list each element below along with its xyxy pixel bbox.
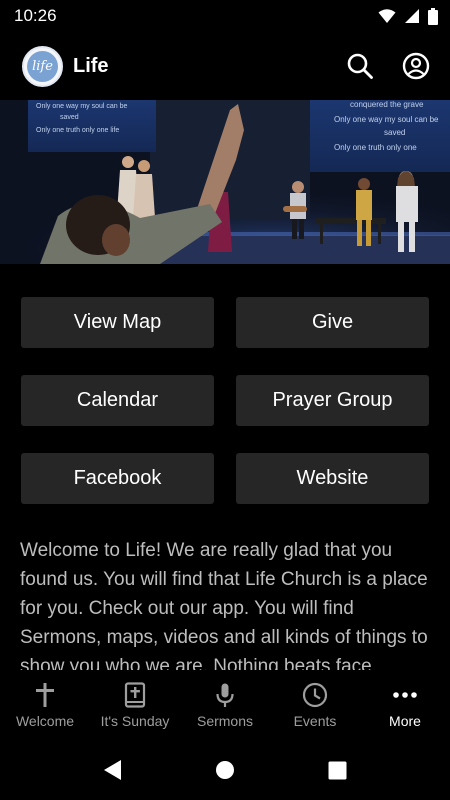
welcome-text: Welcome to Life! We are really glad that… (20, 540, 428, 670)
nav-item-events[interactable]: Events (270, 672, 360, 740)
give-button[interactable]: Give (236, 297, 429, 348)
home-circle-icon (216, 761, 234, 779)
nav-item-more[interactable]: More (360, 672, 450, 740)
bible-icon (124, 682, 146, 708)
website-button[interactable]: Website (236, 453, 429, 504)
quick-links-grid: View Map Give Calendar Prayer Group Face… (21, 297, 429, 504)
back-triangle-icon (104, 760, 121, 780)
logo-mark: life (27, 50, 58, 82)
worship-scene: Only one way my soul can be saved Only o… (0, 100, 450, 264)
recents-button[interactable] (281, 761, 393, 780)
church-logo[interactable]: life (22, 45, 63, 87)
system-navigation-bar (0, 740, 450, 800)
wifi-icon (378, 9, 396, 23)
nav-label-welcome: Welcome (15, 713, 75, 729)
back-button[interactable] (57, 759, 169, 781)
nav-item-sermons[interactable]: Sermons (180, 672, 270, 740)
home-button[interactable] (169, 760, 281, 780)
clock-icon (302, 682, 328, 708)
app-bar: life Life (0, 32, 450, 100)
battery-icon (428, 7, 438, 25)
cross-icon (36, 683, 54, 707)
status-bar: 10:26 (0, 0, 450, 32)
hero-worship-photo: Only one way my soul can be saved Only o… (0, 100, 450, 264)
nav-item-welcome[interactable]: Welcome (0, 672, 90, 740)
app-title: Life (73, 54, 109, 77)
signal-icon (405, 9, 419, 23)
status-icons (378, 7, 438, 25)
bottom-navigation: Welcome It's Sunday Sermons Events More (0, 672, 450, 740)
facebook-button[interactable]: Facebook (21, 453, 214, 504)
prayer-group-button[interactable]: Prayer Group (236, 375, 429, 426)
status-time: 10:26 (14, 6, 57, 25)
more-icon (393, 692, 417, 698)
nav-item-its-sunday[interactable]: It's Sunday (90, 672, 180, 740)
nav-label-its-sunday: It's Sunday (100, 713, 170, 729)
view-map-button[interactable]: View Map (21, 297, 214, 348)
account-icon[interactable] (402, 52, 430, 80)
recents-square-icon (328, 761, 346, 779)
nav-label-sermons: Sermons (196, 713, 254, 729)
microphone-icon (216, 683, 234, 707)
nav-label-more: More (389, 713, 421, 729)
calendar-button[interactable]: Calendar (21, 375, 214, 426)
nav-label-events: Events (293, 713, 337, 729)
search-icon[interactable] (346, 52, 374, 80)
